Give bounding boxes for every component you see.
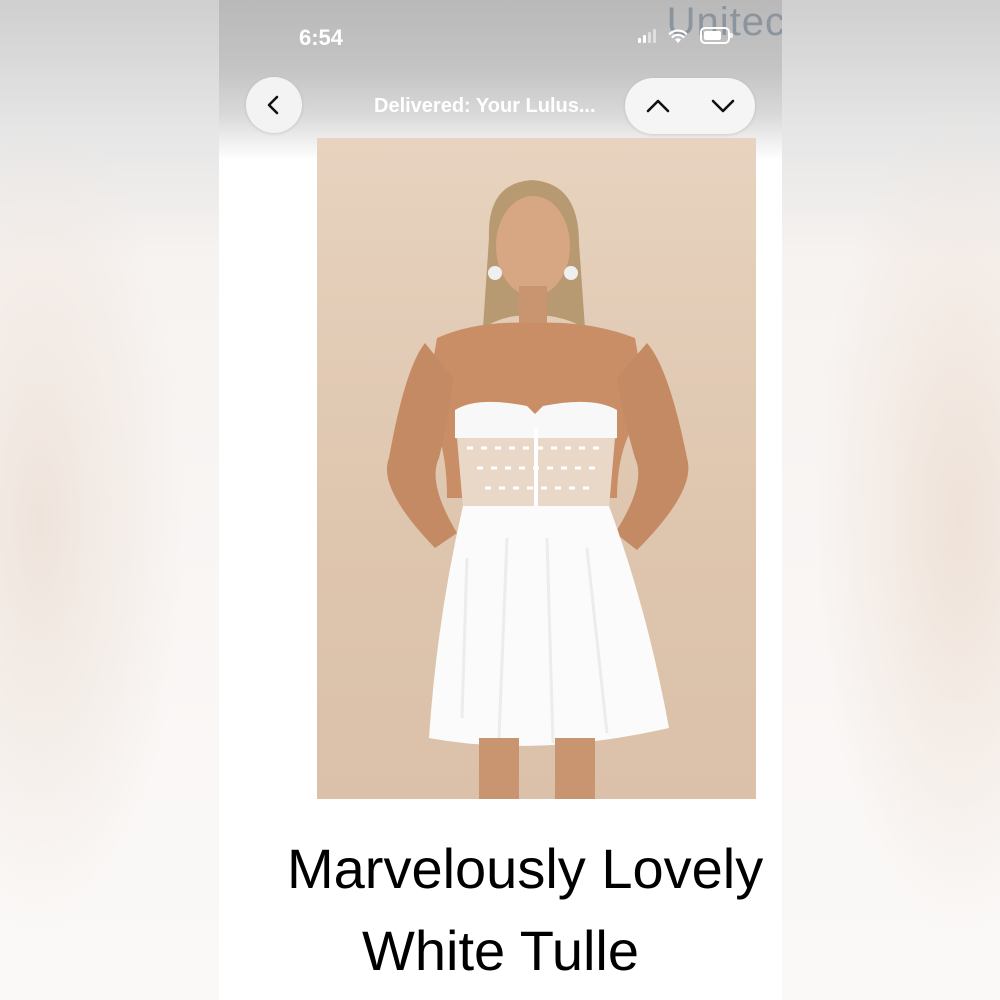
wifi-icon [668, 29, 688, 43]
product-name-line-2: White Tulle [362, 919, 639, 982]
previous-message-button[interactable] [633, 81, 683, 131]
chevron-up-icon [646, 99, 669, 113]
message-title: Delivered: Your Lulus... [374, 95, 596, 117]
cellular-signal-icon [638, 28, 656, 43]
chevron-left-icon [267, 95, 279, 115]
next-message-button[interactable] [698, 81, 748, 131]
status-time: 6:54 [299, 25, 344, 50]
battery-icon [700, 27, 733, 44]
message-nav [625, 78, 755, 134]
back-button[interactable] [246, 77, 302, 133]
product-name[interactable]: Marvelously Lovely White Tulle [219, 828, 782, 992]
product-image[interactable] [317, 138, 756, 799]
status-icons [638, 27, 733, 44]
product-name-line-1: Marvelously Lovely [287, 837, 764, 900]
dress-model-illustration [386, 180, 689, 799]
phone-screen: Unitec 6:54 Delivered: Your Lulus... Mar… [219, 0, 782, 1000]
chevron-down-icon [711, 99, 734, 113]
